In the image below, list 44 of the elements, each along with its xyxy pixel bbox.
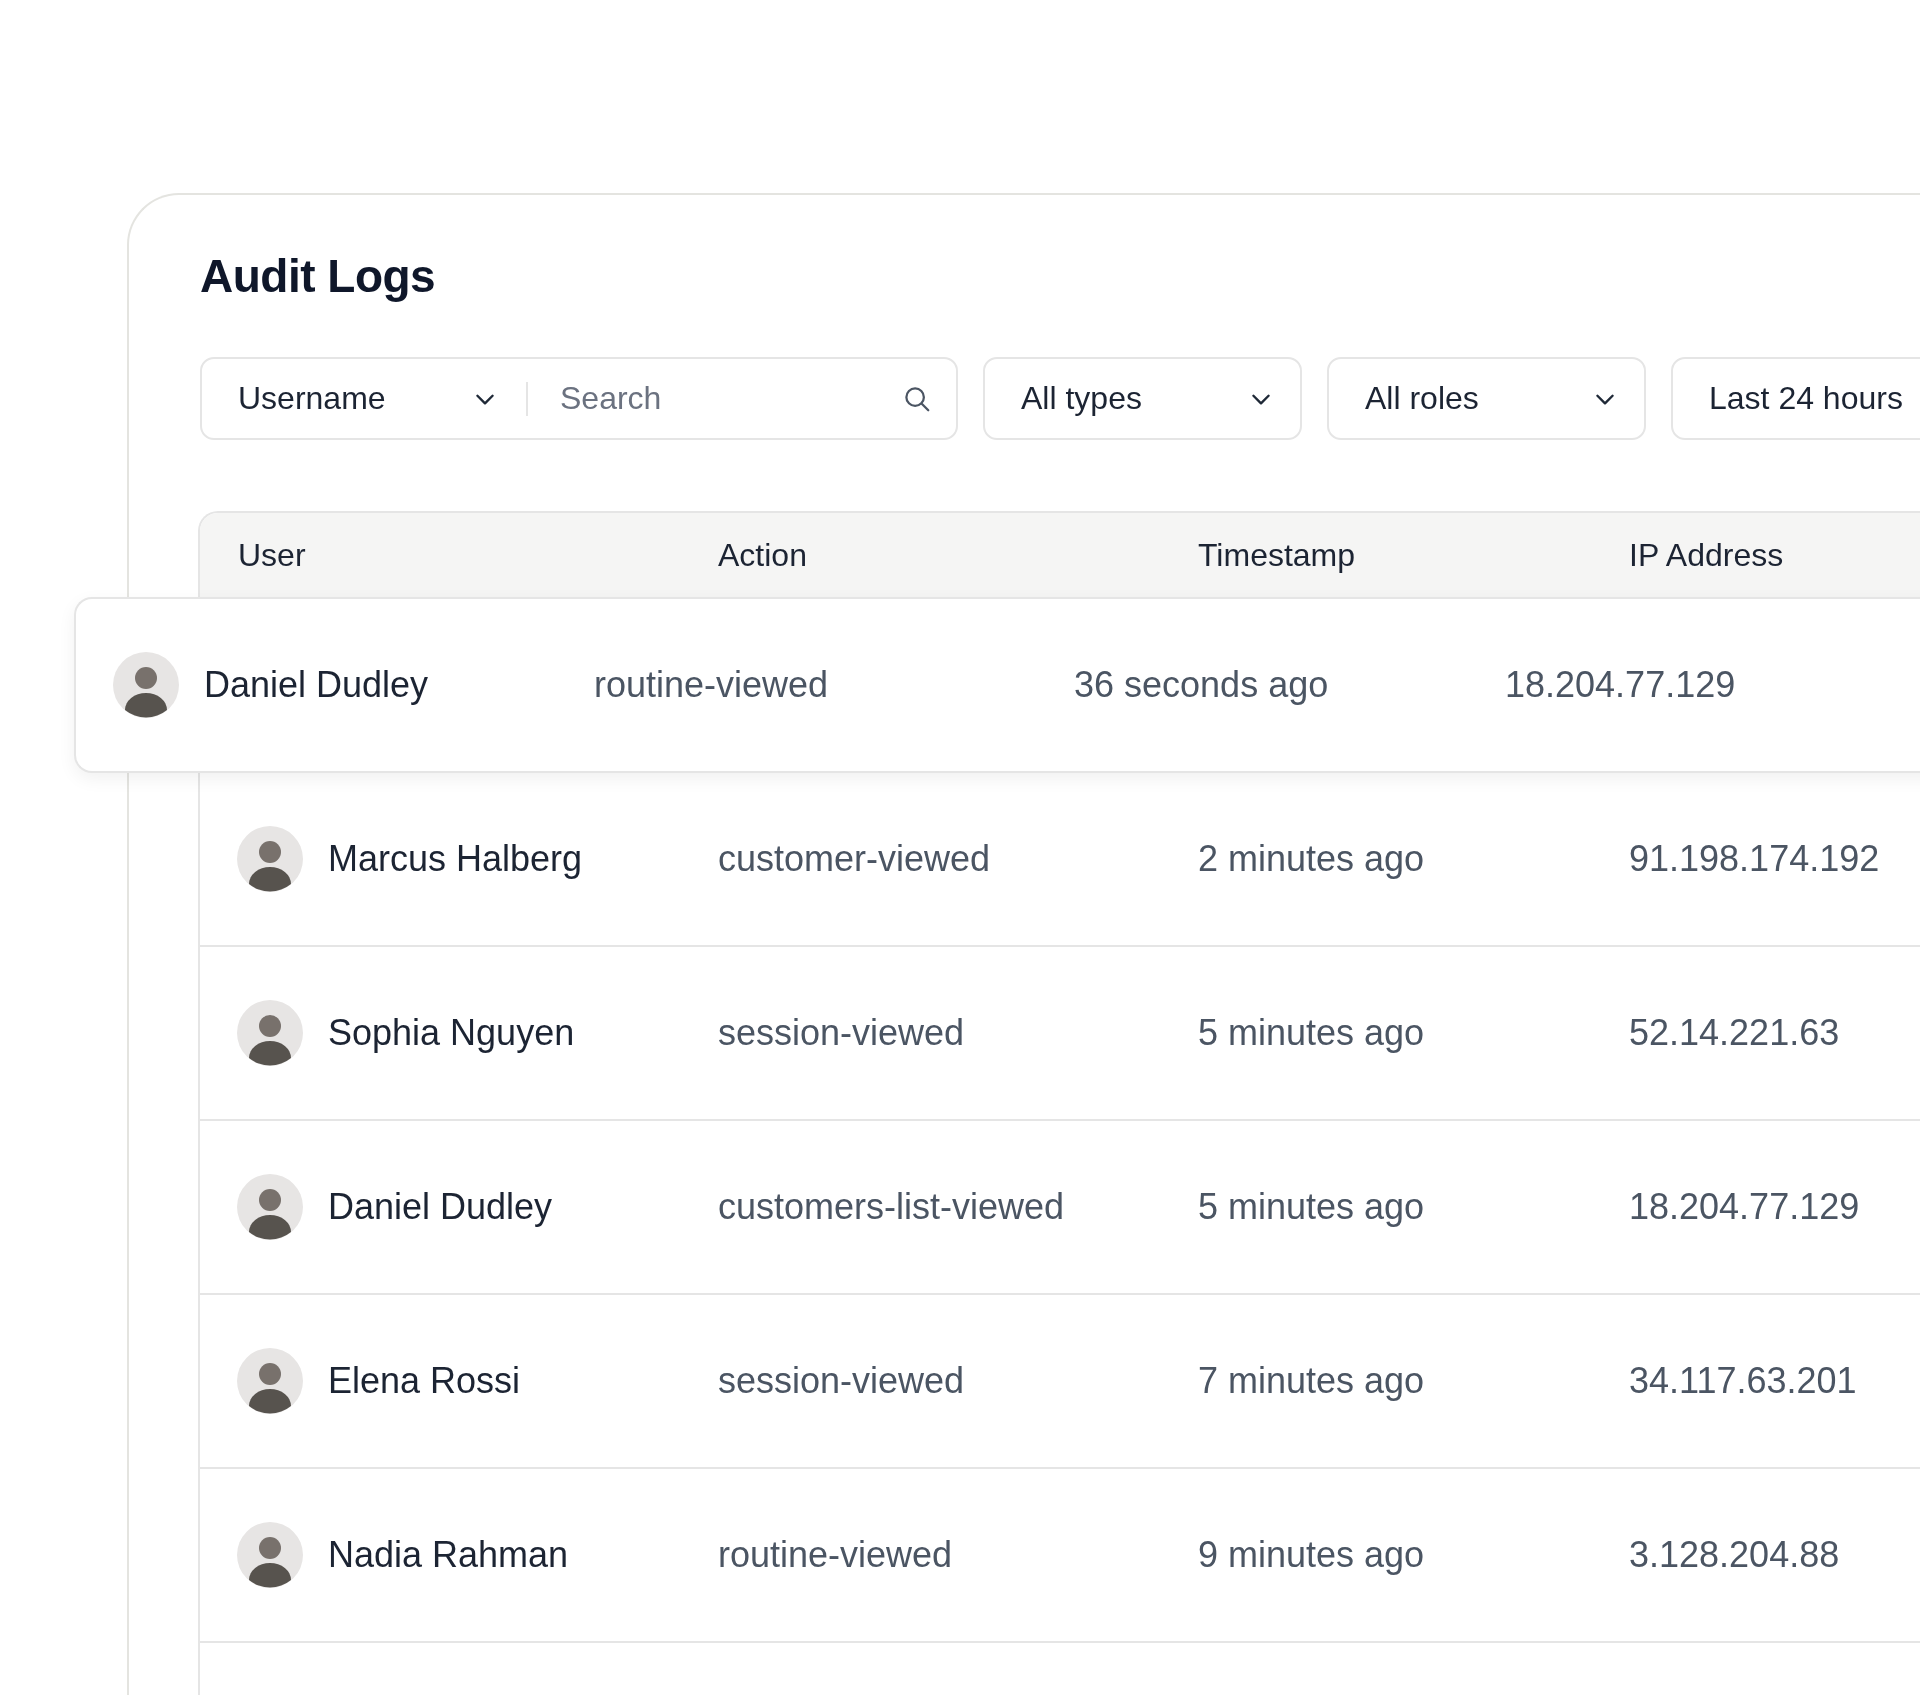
table-cell: 18.204.77.129	[1629, 1186, 1860, 1228]
page-title: Audit Logs	[200, 251, 437, 301]
user-name: Nadia Rahman	[328, 1534, 569, 1576]
filter-dropdown[interactable]: All types	[983, 357, 1302, 440]
table-cell: customers-list-viewed	[718, 1186, 1065, 1228]
user-avatar-icon	[237, 1348, 303, 1414]
user-avatar-icon	[237, 1174, 303, 1240]
table-cell: routine-viewed	[718, 1534, 953, 1576]
table-cell: 2 minutes ago	[1198, 838, 1425, 880]
filter-dropdown[interactable]: All roles	[1327, 357, 1646, 440]
table-cell: 36 seconds ago	[1074, 664, 1329, 706]
table-cell: session-viewed	[718, 1360, 965, 1402]
table-row[interactable]: Daniel Dudley routine-viewed 36 seconds ago 18.204.77.129	[74, 597, 1920, 773]
column-header: Action	[718, 536, 807, 574]
dropdown-label: All types	[1021, 380, 1142, 417]
column-header: Timestamp	[1198, 536, 1356, 574]
filter-dropdown[interactable]: Last 24 hours	[1671, 357, 1920, 440]
user-avatar-icon	[237, 1000, 303, 1066]
table-cell: session-viewed	[718, 1012, 965, 1054]
table-cell: 9 minutes ago	[1198, 1534, 1425, 1576]
dropdown-label: Last 24 hours	[1709, 380, 1903, 417]
user-avatar-icon	[113, 652, 179, 718]
table-cell: 3.128.204.88	[1629, 1534, 1840, 1576]
search-field[interactable]: Username Search	[200, 357, 958, 440]
user-name: Daniel Dudley	[328, 1186, 553, 1228]
user-avatar-icon	[237, 826, 303, 892]
table-cell: 18.204.77.129	[1505, 664, 1736, 706]
filter-dropdown[interactable]: Username	[238, 380, 386, 417]
dropdown-label: All roles	[1365, 380, 1479, 417]
column-header: User	[238, 536, 306, 574]
table-cell: routine-viewed	[594, 664, 829, 706]
user-name: Sophia Nguyen	[328, 1012, 575, 1054]
table-cell: 5 minutes ago	[1198, 1012, 1425, 1054]
table-cell: 7 minutes ago	[1198, 1360, 1425, 1402]
table-cell: 5 minutes ago	[1198, 1186, 1425, 1228]
table-cell: customer-viewed	[718, 838, 991, 880]
table-cell: 52.14.221.63	[1629, 1012, 1840, 1054]
user-name: Daniel Dudley	[204, 664, 429, 706]
table-cell: 34.117.63.201	[1629, 1360, 1857, 1402]
user-name: Marcus Halberg	[328, 838, 583, 880]
column-header: IP Address	[1629, 536, 1784, 574]
user-name: Elena Rossi	[328, 1360, 521, 1402]
table-cell: 91.198.174.192	[1629, 838, 1880, 880]
user-avatar-icon	[237, 1522, 303, 1588]
